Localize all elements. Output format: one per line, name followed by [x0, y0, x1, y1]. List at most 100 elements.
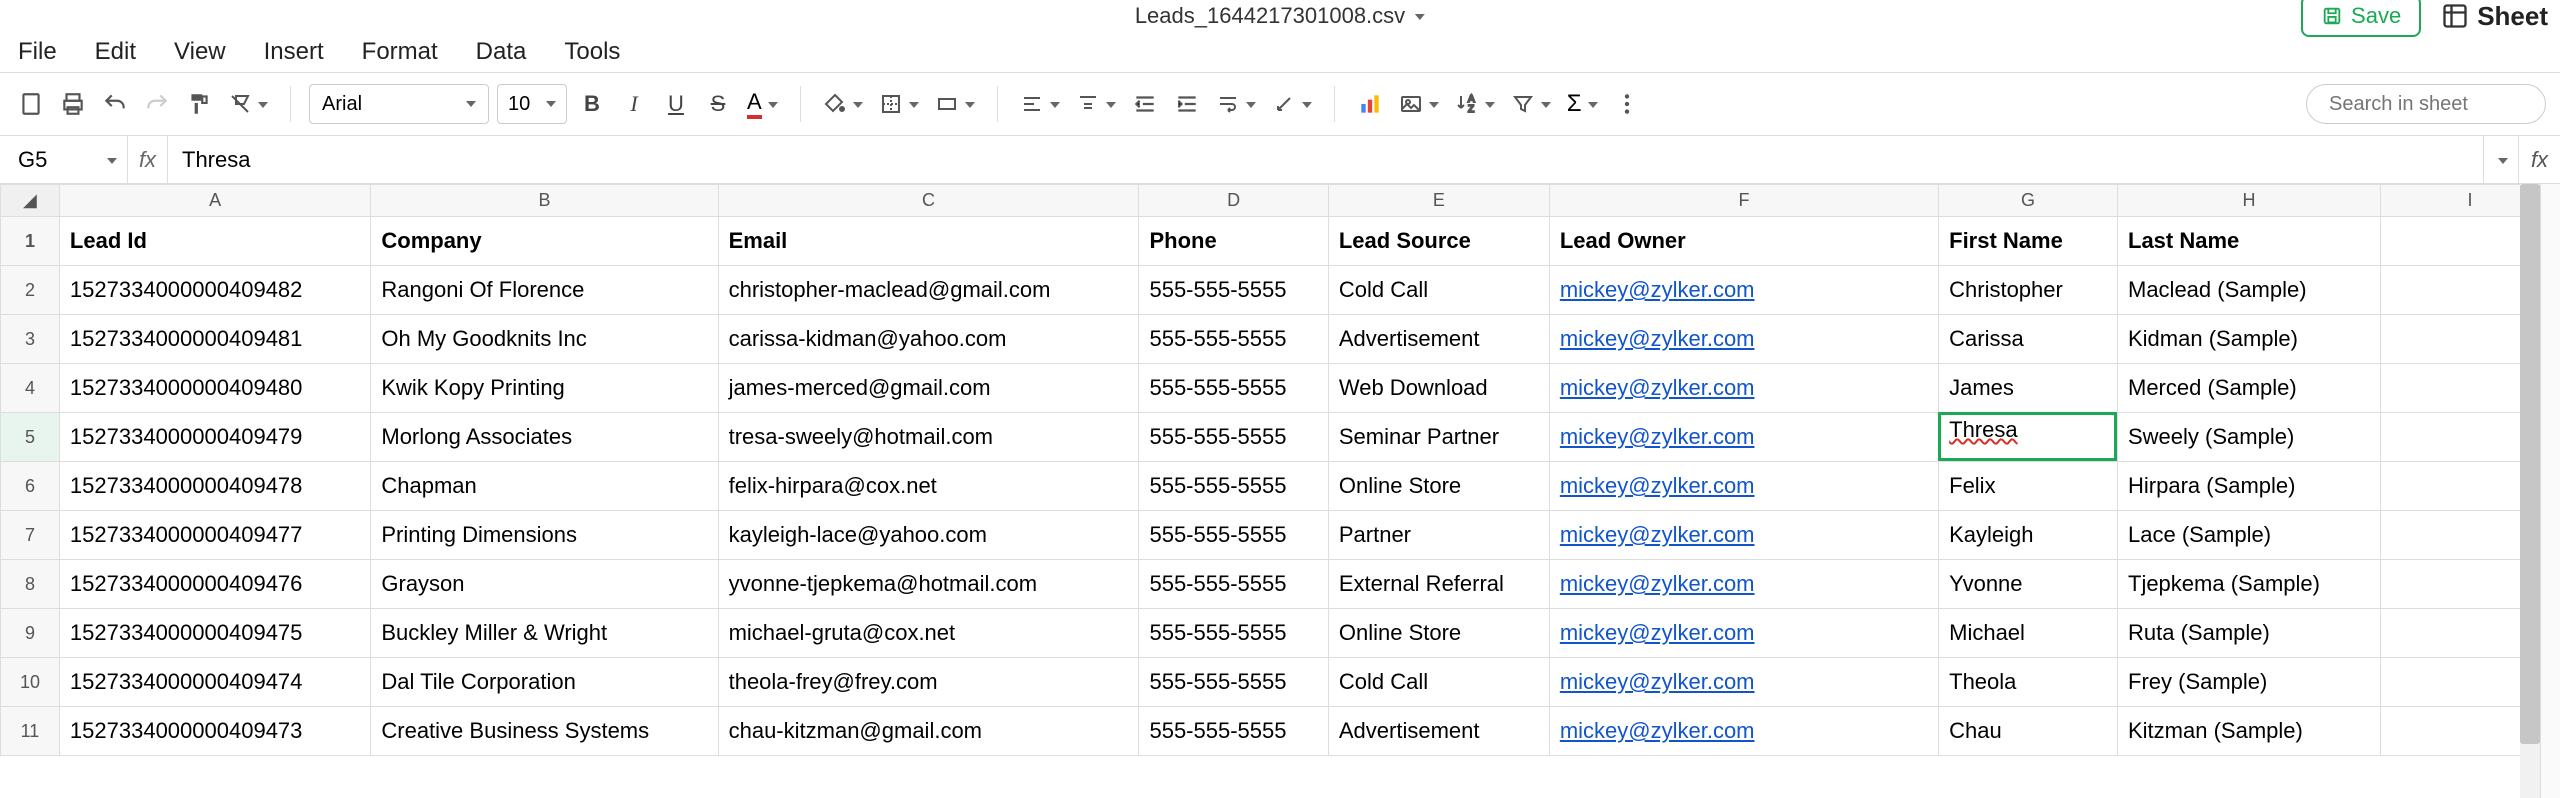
cell[interactable]: 555-555-5555 [1139, 315, 1328, 364]
cell[interactable]: Advertisement [1328, 315, 1549, 364]
sort-icon[interactable]: AZ [1451, 92, 1499, 116]
cell[interactable]: 555-555-5555 [1139, 413, 1328, 462]
cell[interactable]: kayleigh-lace@yahoo.com [718, 511, 1139, 560]
filter-icon[interactable] [1507, 92, 1555, 116]
cell[interactable]: 1527334000000409477 [59, 511, 370, 560]
cell[interactable]: 1527334000000409481 [59, 315, 370, 364]
cell[interactable]: Rangoni Of Florence [371, 266, 718, 315]
cell[interactable]: Cold Call [1328, 658, 1549, 707]
merge-icon[interactable] [931, 92, 979, 116]
cell[interactable]: 1527334000000409474 [59, 658, 370, 707]
menu-insert[interactable]: Insert [264, 38, 324, 66]
cell[interactable]: mickey@zylker.com [1549, 315, 1938, 364]
row-header[interactable]: 8 [1, 560, 60, 609]
cell[interactable]: Sweely (Sample) [2118, 413, 2381, 462]
cell[interactable]: 1527334000000409482 [59, 266, 370, 315]
row-header[interactable]: 1 [1, 217, 60, 266]
select-all-cell[interactable]: ◢ [1, 185, 60, 217]
cell[interactable]: Partner [1328, 511, 1549, 560]
cell[interactable]: mickey@zylker.com [1549, 511, 1938, 560]
cell[interactable]: Email [718, 217, 1139, 266]
cell[interactable]: Ruta (Sample) [2118, 609, 2381, 658]
row-header[interactable]: 9 [1, 609, 60, 658]
cell[interactable]: Hirpara (Sample) [2118, 462, 2381, 511]
menu-tools[interactable]: Tools [564, 38, 620, 66]
col-header-B[interactable]: B [371, 185, 718, 217]
fx-side-icon[interactable]: fx [2518, 136, 2560, 183]
cell[interactable]: 555-555-5555 [1139, 266, 1328, 315]
row-header[interactable]: 4 [1, 364, 60, 413]
cell[interactable]: Printing Dimensions [371, 511, 718, 560]
title-dropdown-icon[interactable] [1411, 3, 1425, 29]
cell[interactable]: mickey@zylker.com [1549, 707, 1938, 756]
cell[interactable]: michael-gruta@cox.net [718, 609, 1139, 658]
cell[interactable]: 1527334000000409479 [59, 413, 370, 462]
cell[interactable]: Morlong Associates [371, 413, 718, 462]
cell[interactable]: Merced (Sample) [2118, 364, 2381, 413]
cell[interactable]: mickey@zylker.com [1549, 413, 1938, 462]
row-header[interactable]: 10 [1, 658, 60, 707]
redo-icon[interactable] [140, 87, 174, 121]
cell[interactable]: Last Name [2118, 217, 2381, 266]
valign-icon[interactable] [1072, 92, 1120, 116]
row-header[interactable]: 3 [1, 315, 60, 364]
cell[interactable]: Michael [1939, 609, 2118, 658]
menu-view[interactable]: View [174, 38, 226, 66]
cell[interactable]: Chau [1939, 707, 2118, 756]
cell[interactable]: james-merced@gmail.com [718, 364, 1139, 413]
email-link[interactable]: mickey@zylker.com [1560, 718, 1755, 743]
cell-reference[interactable]: G5 [8, 136, 128, 183]
cell[interactable]: tresa-sweely@hotmail.com [718, 413, 1139, 462]
cell[interactable]: 555-555-5555 [1139, 511, 1328, 560]
search-in-sheet[interactable] [2306, 84, 2546, 124]
cell[interactable]: Carissa [1939, 315, 2118, 364]
rotation-icon[interactable] [1268, 92, 1316, 116]
cell[interactable]: 555-555-5555 [1139, 560, 1328, 609]
cell[interactable]: felix-hirpara@cox.net [718, 462, 1139, 511]
col-header-G[interactable]: G [1939, 185, 2118, 217]
cell[interactable]: Dal Tile Corporation [371, 658, 718, 707]
cell[interactable]: Lace (Sample) [2118, 511, 2381, 560]
cell[interactable]: Seminar Partner [1328, 413, 1549, 462]
menu-edit[interactable]: Edit [95, 38, 136, 66]
cell[interactable]: 1527334000000409473 [59, 707, 370, 756]
font-size-select[interactable]: 10 [497, 84, 567, 124]
col-header-E[interactable]: E [1328, 185, 1549, 217]
cell[interactable]: mickey@zylker.com [1549, 609, 1938, 658]
cell[interactable]: Grayson [371, 560, 718, 609]
document-title[interactable]: Leads_1644217301008.csv [1135, 3, 1405, 29]
cell[interactable]: christopher-maclead@gmail.com [718, 266, 1139, 315]
vertical-scrollbar[interactable] [2520, 184, 2540, 798]
wrap-icon[interactable] [1212, 92, 1260, 116]
cell[interactable]: 555-555-5555 [1139, 462, 1328, 511]
cell[interactable]: 1527334000000409478 [59, 462, 370, 511]
cell[interactable]: Kwik Kopy Printing [371, 364, 718, 413]
col-header-A[interactable]: A [59, 185, 370, 217]
cell[interactable]: Theola [1939, 658, 2118, 707]
cell[interactable]: Thresa [1939, 413, 2118, 462]
formula-bar[interactable]: Thresa [168, 147, 2483, 173]
cell[interactable]: External Referral [1328, 560, 1549, 609]
print-icon[interactable] [56, 87, 90, 121]
cell[interactable]: Online Store [1328, 609, 1549, 658]
cell[interactable]: 1527334000000409480 [59, 364, 370, 413]
cell[interactable]: 555-555-5555 [1139, 658, 1328, 707]
cell[interactable]: yvonne-tjepkema@hotmail.com [718, 560, 1139, 609]
cell[interactable]: Kayleigh [1939, 511, 2118, 560]
menu-format[interactable]: Format [362, 38, 438, 66]
email-link[interactable]: mickey@zylker.com [1560, 277, 1755, 302]
cell[interactable]: First Name [1939, 217, 2118, 266]
cell[interactable]: mickey@zylker.com [1549, 462, 1938, 511]
email-link[interactable]: mickey@zylker.com [1560, 571, 1755, 596]
cell[interactable]: Cold Call [1328, 266, 1549, 315]
cell[interactable]: mickey@zylker.com [1549, 266, 1938, 315]
row-header[interactable]: 7 [1, 511, 60, 560]
cell[interactable]: Buckley Miller & Wright [371, 609, 718, 658]
col-header-C[interactable]: C [718, 185, 1139, 217]
menu-data[interactable]: Data [476, 38, 527, 66]
email-link[interactable]: mickey@zylker.com [1560, 375, 1755, 400]
indent-increase-icon[interactable] [1170, 87, 1204, 121]
more-icon[interactable] [1610, 87, 1644, 121]
row-header[interactable]: 5 [1, 413, 60, 462]
cell[interactable]: mickey@zylker.com [1549, 364, 1938, 413]
